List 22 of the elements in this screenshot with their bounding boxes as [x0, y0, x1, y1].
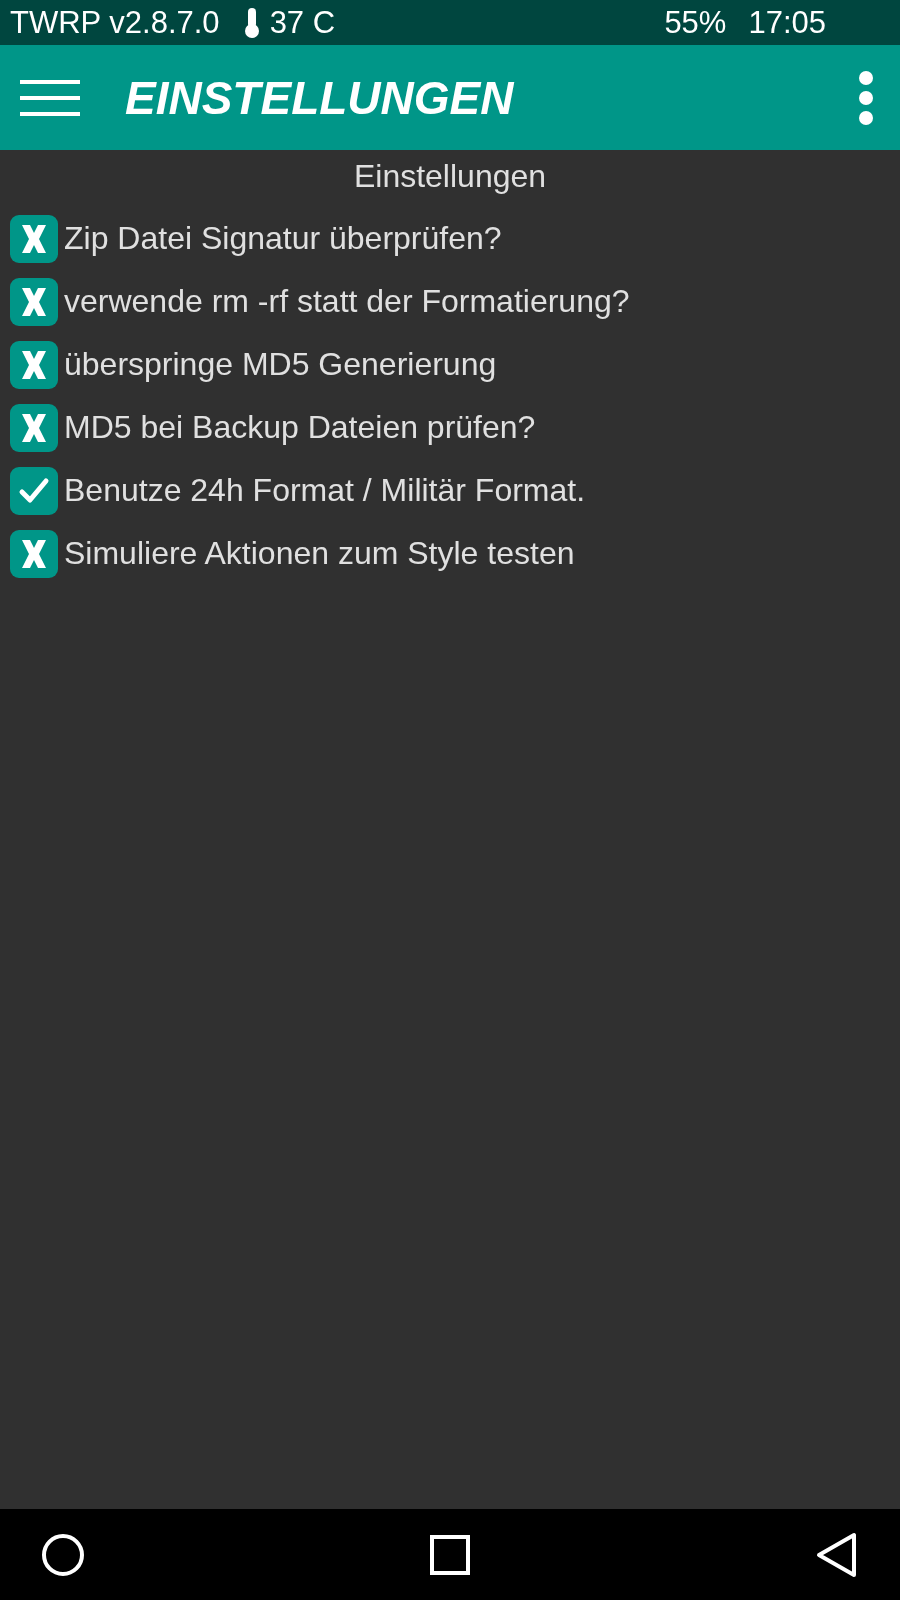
recent-apps-icon[interactable]	[429, 1533, 471, 1576]
page-title: EINSTELLUNGEN	[125, 70, 514, 125]
option-label[interactable]: Benutze 24h Format / Militär Format.	[64, 472, 586, 509]
unchecked-checkbox-icon[interactable]	[10, 403, 58, 452]
unchecked-checkbox-icon[interactable]	[10, 529, 58, 578]
more-options-icon[interactable]	[858, 70, 874, 125]
section-title: Einstellungen	[352, 157, 548, 196]
home-icon[interactable]	[40, 1531, 86, 1578]
unchecked-checkbox-icon[interactable]	[10, 214, 58, 263]
menu-icon[interactable]	[20, 77, 80, 118]
option-label[interactable]: Simuliere Aktionen zum Style testen	[64, 535, 575, 572]
clock-text: 17:05	[748, 4, 826, 41]
version-text: TWRP v2.8.7.0	[10, 4, 220, 41]
temperature-text: 37 C	[269, 4, 336, 41]
option-label[interactable]: Zip Datei Signatur überprüfen?	[64, 220, 502, 257]
checked-checkbox-icon[interactable]	[10, 466, 58, 515]
option-label[interactable]: überspringe MD5 Generierung	[64, 346, 497, 383]
unchecked-checkbox-icon[interactable]	[10, 277, 58, 326]
battery-text: 55%	[664, 4, 727, 41]
option-label[interactable]: MD5 bei Backup Dateien prüfen?	[64, 409, 536, 446]
option-label[interactable]: verwende rm -rf statt der Formatierung?	[64, 283, 630, 320]
unchecked-checkbox-icon[interactable]	[10, 340, 58, 389]
